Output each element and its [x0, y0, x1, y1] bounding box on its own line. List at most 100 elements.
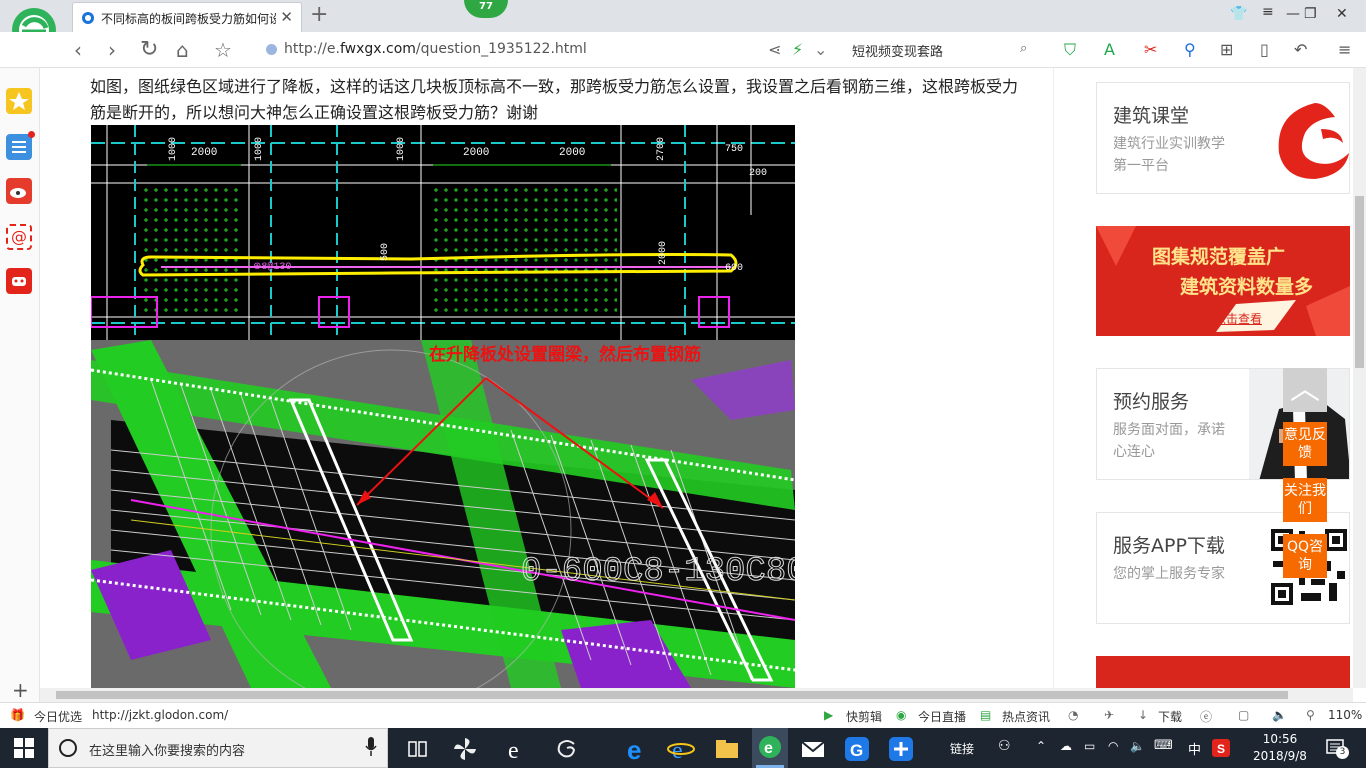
download-icon[interactable]: ↓ — [1138, 708, 1148, 722]
ie-mode-icon[interactable]: ⓔ — [1200, 708, 1212, 725]
minimize-button[interactable]: — — [1286, 6, 1300, 22]
back-button[interactable]: ‹ — [74, 38, 82, 62]
tab-active[interactable]: 不同标高的板间跨板受力筋如何设置 ✕ — [72, 2, 302, 32]
tray-chevron-up-icon[interactable]: ⌃ — [1036, 739, 1046, 753]
download-link[interactable]: 下载 — [1158, 708, 1182, 725]
live-icon[interactable]: ◉ — [896, 708, 906, 722]
g-app-icon[interactable]: G — [842, 734, 872, 764]
ie-browser-icon[interactable]: e — [502, 734, 532, 764]
site-info-icon[interactable] — [266, 44, 277, 55]
kuaijian-icon[interactable]: ▶ — [824, 708, 833, 722]
close-window-button[interactable]: ✕ — [1336, 6, 1348, 22]
reader-icon[interactable]: ▯ — [1260, 40, 1269, 60]
live-link[interactable]: 今日直播 — [918, 708, 966, 725]
e-favicon-icon — [82, 12, 94, 24]
ime-indicator[interactable]: 中 — [1188, 739, 1201, 758]
today-picks-link[interactable]: 今日优选 — [34, 708, 82, 725]
follow-us-button[interactable]: 关注我们 — [1283, 478, 1327, 522]
file-explorer-icon[interactable] — [712, 734, 742, 764]
microphone-icon[interactable] — [365, 737, 377, 757]
zoom-level[interactable]: 110% — [1328, 708, 1362, 722]
battery-icon[interactable]: ▭ — [1084, 739, 1095, 753]
address-bar[interactable]: http://e.fwxgx.com/question_1935122.html — [258, 38, 758, 62]
refresh-button[interactable]: ↻ — [140, 38, 158, 62]
sogou-ime-icon[interactable]: S — [1212, 739, 1230, 757]
qq-consult-button[interactable]: QQ咨询 — [1283, 534, 1327, 578]
gift-icon[interactable]: 🎁 — [10, 708, 25, 722]
game-icon[interactable] — [6, 268, 32, 294]
lightning-icon[interactable]: ⚡ — [792, 40, 803, 60]
search-tool-icon[interactable]: ⚲ — [1184, 40, 1196, 60]
keyboard-icon[interactable]: ⌨ — [1154, 738, 1173, 753]
back-to-top-button[interactable]: ︿ — [1283, 368, 1327, 412]
undo-icon[interactable]: ↶ — [1294, 40, 1307, 60]
cortana-icon — [59, 739, 77, 757]
link-toolbar[interactable]: 链接 — [950, 740, 974, 757]
people-icon[interactable]: ⚇ — [998, 738, 1011, 754]
home-button[interactable]: ⌂ — [176, 38, 189, 62]
notification-badge[interactable]: 77 — [464, 0, 508, 18]
rebar-3d-model: 在升降板处设置圈梁，然后布置钢筋 0-600C8-130C80 — [91, 340, 795, 688]
skin-icon[interactable]: 👕 — [1230, 6, 1247, 22]
360-browser-taskbar-active[interactable]: e — [752, 728, 788, 768]
dim-label: 750 — [725, 144, 743, 155]
scissors-icon[interactable]: ✂ — [1144, 40, 1157, 60]
edge-browser-icon[interactable]: e — [622, 734, 652, 764]
speaker-icon[interactable]: 🔈 — [1130, 739, 1145, 753]
search-icon[interactable]: ⌕ — [1020, 41, 1027, 56]
card-jianzhu-ketang[interactable]: 建筑课堂 建筑行业实训教学第一平台 — [1096, 82, 1350, 194]
new-tab-button[interactable]: + — [310, 2, 328, 28]
vertical-scrollbar[interactable] — [1353, 68, 1366, 688]
taskbar-search-input[interactable]: 在这里输入你要搜索的内容 — [48, 728, 388, 768]
plus-app-icon[interactable] — [886, 734, 916, 764]
window-icon[interactable]: ▢ — [1238, 708, 1249, 722]
horizontal-scroll-thumb[interactable] — [56, 691, 1288, 699]
restore-button[interactable]: ❐ — [1304, 6, 1317, 22]
favorites-star-icon[interactable] — [6, 88, 32, 114]
shield-icon[interactable]: ⛉ — [1064, 40, 1076, 60]
translate-icon[interactable]: A — [1104, 40, 1115, 60]
speed-icon[interactable]: ◔ — [1068, 708, 1078, 722]
hover-url: http://jzkt.glodon.com/ — [92, 708, 229, 722]
pinwheel-app-icon[interactable] — [450, 734, 480, 764]
column-divider — [1053, 68, 1054, 688]
kuaijian-link[interactable]: 快剪辑 — [846, 708, 882, 725]
svg-text:e: e — [764, 740, 773, 757]
banner-tuji[interactable]: 图集规范覆盖广 建筑资料数量多 点击查看 — [1096, 226, 1350, 336]
share-icon[interactable]: ⋖ — [768, 40, 781, 60]
cloud-icon[interactable]: ☁ — [1060, 739, 1072, 753]
pin-icon[interactable]: ✈ — [1104, 708, 1114, 722]
notification-center-icon[interactable]: 3 — [1326, 738, 1349, 759]
banner-bottom[interactable] — [1096, 656, 1350, 688]
add-sidebar-item-button[interactable]: + — [12, 678, 29, 702]
email-icon[interactable]: @ — [6, 224, 32, 250]
feedback-button[interactable]: 意见反馈 — [1283, 422, 1327, 466]
menu-icon[interactable]: ≡ — [1262, 4, 1274, 20]
close-tab-icon[interactable]: ✕ — [280, 8, 293, 26]
more-menu-icon[interactable]: ≡ — [1338, 40, 1351, 60]
wifi-icon[interactable]: ◠ — [1108, 739, 1118, 753]
weibo-icon[interactable] — [6, 178, 32, 204]
dim-label: 200 — [749, 168, 767, 179]
swirl-app-icon[interactable] — [552, 734, 582, 764]
horizontal-scrollbar[interactable] — [40, 688, 1353, 702]
apps-icon[interactable]: ⊞ — [1220, 40, 1233, 60]
hot-news-link[interactable]: 热点资讯 — [1002, 708, 1050, 725]
question-text: 如图，图纸绿色区域进行了降板，这样的话这几块板顶标高不一致，那跨板受力筋怎么设置… — [90, 77, 1019, 122]
banner-button[interactable]: 点击查看 — [1214, 310, 1262, 327]
chevron-down-icon[interactable]: ⌄ — [814, 40, 827, 60]
banner-line2: 建筑资料数量多 — [1180, 276, 1314, 298]
favorite-star-button[interactable]: ☆ — [214, 38, 232, 62]
reading-list-icon[interactable] — [6, 131, 35, 160]
search-input[interactable]: 短视频变现套路 ⌕ — [846, 38, 1042, 62]
internet-explorer-icon[interactable]: e — [666, 734, 696, 764]
forward-button[interactable]: › — [108, 38, 116, 62]
system-clock[interactable]: 10:56 2018/9/8 — [1250, 731, 1310, 765]
volume-icon[interactable]: 🔈 — [1272, 708, 1287, 722]
vertical-scroll-thumb[interactable] — [1355, 196, 1364, 368]
task-view-icon[interactable] — [402, 734, 432, 764]
news-icon[interactable]: ▤ — [980, 708, 991, 722]
zoom-icon[interactable]: ⚲ — [1306, 708, 1315, 722]
mail-icon[interactable] — [798, 734, 828, 764]
windows-start-icon[interactable] — [14, 738, 34, 758]
